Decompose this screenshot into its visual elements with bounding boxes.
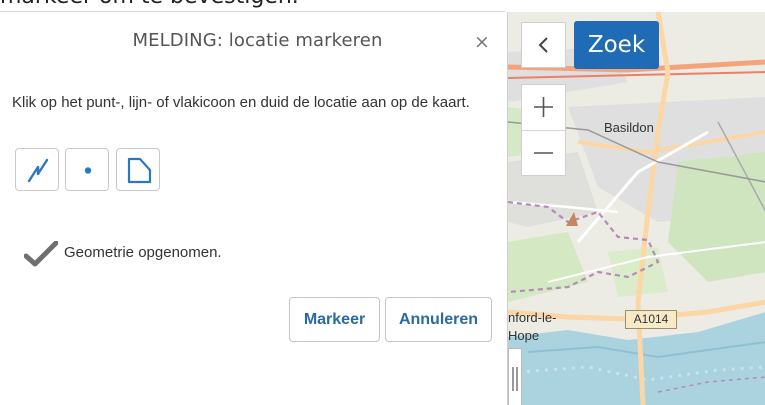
zoek-button[interactable]: Zoek bbox=[574, 21, 659, 69]
dialog-title: MELDING: locatie markeren bbox=[132, 30, 383, 51]
cut-off-instruction-text: markeer om te bevestigen. bbox=[0, 0, 505, 11]
checkmark-icon bbox=[24, 241, 58, 267]
zoom-control bbox=[521, 84, 566, 176]
marking-dialog: MELDING: locatie markeren × Klik op het … bbox=[0, 12, 507, 405]
close-button[interactable]: × bbox=[471, 31, 493, 53]
zoom-out-button[interactable] bbox=[522, 131, 565, 176]
status-text: Geometrie opgenomen. bbox=[64, 244, 222, 261]
map-view[interactable]: Basildon nford-le- Hope A1014 Zoek bbox=[507, 12, 765, 405]
point-draw-icon bbox=[84, 167, 92, 174]
minus-icon bbox=[534, 152, 553, 154]
grip-icon bbox=[512, 367, 518, 391]
map-label-stanford-le-hope-line1: nford-le- bbox=[508, 310, 557, 325]
instruction-text: Klik op het punt-, lijn- of vlakicoon en… bbox=[12, 94, 470, 111]
map-label-basildon: Basildon bbox=[604, 120, 654, 135]
markeer-button[interactable]: Markeer bbox=[289, 297, 380, 342]
polygon-tool-button[interactable] bbox=[116, 148, 160, 191]
annuleren-button[interactable]: Annuleren bbox=[385, 297, 492, 342]
chevron-left-icon bbox=[538, 37, 548, 53]
polygon-draw-icon bbox=[127, 157, 152, 184]
line-draw-icon bbox=[27, 158, 49, 183]
collapse-panel-button[interactable] bbox=[521, 22, 566, 68]
map-background bbox=[508, 12, 765, 405]
plus-icon bbox=[534, 97, 553, 117]
line-tool-button[interactable] bbox=[15, 148, 59, 191]
road-shield-a1014: A1014 bbox=[625, 310, 677, 329]
panel-resize-handle[interactable] bbox=[508, 348, 522, 405]
map-label-stanford-le-hope-line2: Hope bbox=[508, 328, 540, 343]
point-tool-button[interactable] bbox=[65, 148, 109, 191]
zoom-in-button[interactable] bbox=[522, 85, 565, 131]
